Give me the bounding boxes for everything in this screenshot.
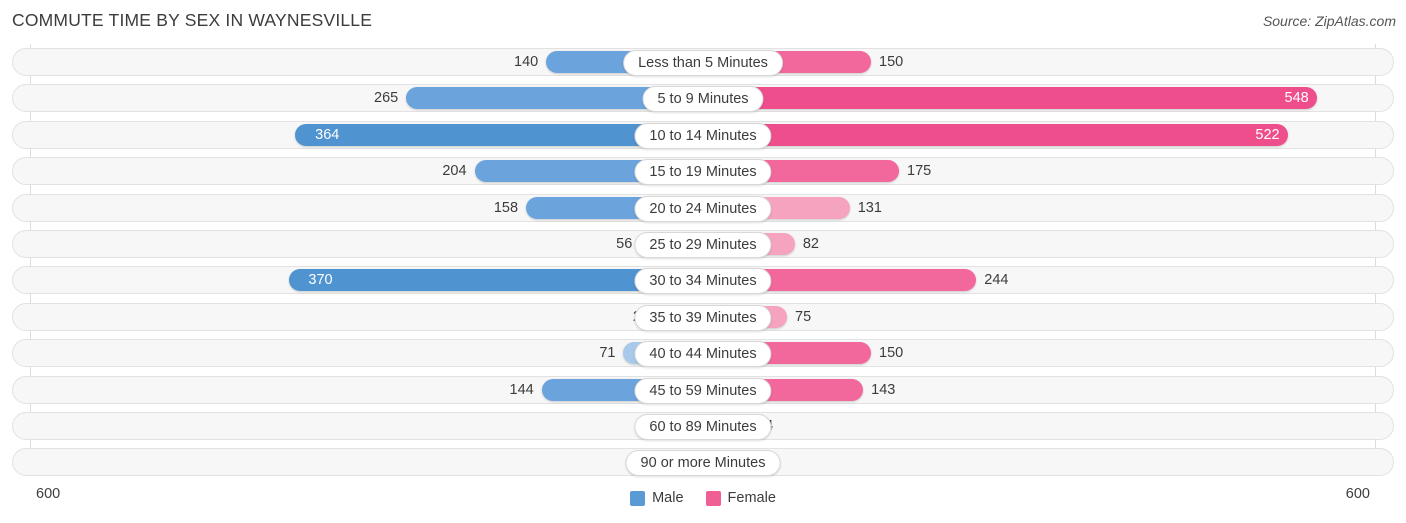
value-label-male: 364 xyxy=(315,126,340,143)
value-label-female: 75 xyxy=(795,308,812,325)
value-label-male: 204 xyxy=(442,163,467,180)
bar-row: 0090 or more Minutes xyxy=(0,444,1406,480)
value-label-male: 265 xyxy=(374,90,399,107)
bar-wrap: 265 548 5 to 9 Minutes xyxy=(30,84,1376,113)
bar-wrap: 158 131 20 to 24 Minutes xyxy=(30,194,1376,222)
bar-row: 140 150 Less than 5 Minutes xyxy=(0,44,1406,80)
bar-row: 71 150 40 to 44 Minutes xyxy=(0,335,1406,371)
category-label-pill: 90 or more Minutes xyxy=(625,450,781,477)
bar-row: 204 175 15 to 19 Minutes xyxy=(0,153,1406,189)
legend-item[interactable]: Male xyxy=(630,490,684,506)
legend-item[interactable]: Female xyxy=(705,490,776,506)
bar-wrap: 56 82 25 to 29 Minutes xyxy=(30,230,1376,258)
bar-row: 217535 to 39 Minutes xyxy=(0,299,1406,335)
bar-row: 11460 to 89 Minutes xyxy=(0,408,1406,444)
value-label-female: 150 xyxy=(879,345,904,362)
category-label-pill: 20 to 24 Minutes xyxy=(634,195,772,222)
bar-wrap: 364 522 10 to 14 Minutes xyxy=(30,121,1376,149)
bar-wrap: 11460 to 89 Minutes xyxy=(30,412,1376,440)
category-label-pill: 5 to 9 Minutes xyxy=(642,86,764,113)
value-label-male: 140 xyxy=(514,54,539,70)
chart-footer: 600 600 Male Female xyxy=(0,484,1406,523)
value-label-male: 144 xyxy=(509,381,534,398)
value-label-female: 548 xyxy=(1284,90,1309,107)
category-label-pill: 25 to 29 Minutes xyxy=(634,231,772,258)
bar-wrap: 144 143 45 to 59 Minutes xyxy=(30,376,1376,404)
legend-label: Female xyxy=(727,490,776,506)
bar-female[interactable] xyxy=(703,87,1317,110)
bar-wrap: 370 244 30 to 34 Minutes xyxy=(30,266,1376,295)
bar-row: 158 131 20 to 24 Minutes xyxy=(0,190,1406,226)
bar-wrap: 0090 or more Minutes xyxy=(30,448,1376,477)
value-label-male: 56 xyxy=(616,235,633,252)
category-label-pill: Less than 5 Minutes xyxy=(623,50,783,76)
legend-swatch-icon xyxy=(705,490,721,506)
chart-legend: Male Female xyxy=(0,490,1406,506)
category-label-pill: 45 to 59 Minutes xyxy=(634,377,772,404)
bar-wrap: 217535 to 39 Minutes xyxy=(30,303,1376,331)
category-label-pill: 30 to 34 Minutes xyxy=(634,268,772,295)
source-attribution: Source: ZipAtlas.com xyxy=(1262,13,1396,29)
bar-row: 364 522 10 to 14 Minutes xyxy=(0,117,1406,153)
legend-swatch-icon xyxy=(630,490,646,506)
bar-row: 370 244 30 to 34 Minutes xyxy=(0,262,1406,298)
value-label-male: 71 xyxy=(599,345,616,362)
bar-female[interactable] xyxy=(703,123,1288,146)
chart-plot-area: 140 150 Less than 5 Minutes 265 548 5 to 9 Mi… xyxy=(0,44,1406,484)
page-title: COMMUTE TIME BY SEX IN WAYNESVILLE xyxy=(12,10,373,30)
category-label-pill: 60 to 89 Minutes xyxy=(634,413,772,440)
bar-wrap: 140 150 Less than 5 Minutes xyxy=(30,48,1376,76)
chart-header: COMMUTE TIME BY SEX IN WAYNESVILLE Sourc… xyxy=(0,0,1406,44)
bar-wrap: 71 150 40 to 44 Minutes xyxy=(30,339,1376,368)
bar-row: 144 143 45 to 59 Minutes xyxy=(0,372,1406,408)
value-label-male: 158 xyxy=(493,199,519,216)
value-label-female: 143 xyxy=(871,381,896,398)
value-label-female: 150 xyxy=(879,54,904,70)
category-label-pill: 10 to 14 Minutes xyxy=(634,122,772,149)
bar-row: 265 548 5 to 9 Minutes xyxy=(0,80,1406,116)
bar-row: 56 82 25 to 29 Minutes xyxy=(0,226,1406,262)
value-label-male: 370 xyxy=(308,272,333,289)
category-label-pill: 35 to 39 Minutes xyxy=(634,304,772,331)
value-label-female: 522 xyxy=(1255,126,1280,143)
value-label-female: 175 xyxy=(907,163,932,180)
value-label-female: 131 xyxy=(857,199,882,216)
legend-label: Male xyxy=(652,490,684,506)
bar-wrap: 204 175 15 to 19 Minutes xyxy=(30,157,1376,186)
value-label-female: 82 xyxy=(802,235,819,252)
value-label-female: 244 xyxy=(984,272,1009,289)
category-label-pill: 15 to 19 Minutes xyxy=(634,159,772,186)
category-label-pill: 40 to 44 Minutes xyxy=(634,341,772,368)
bar-rows: 140 150 Less than 5 Minutes 265 548 5 to 9 Mi… xyxy=(0,44,1406,481)
